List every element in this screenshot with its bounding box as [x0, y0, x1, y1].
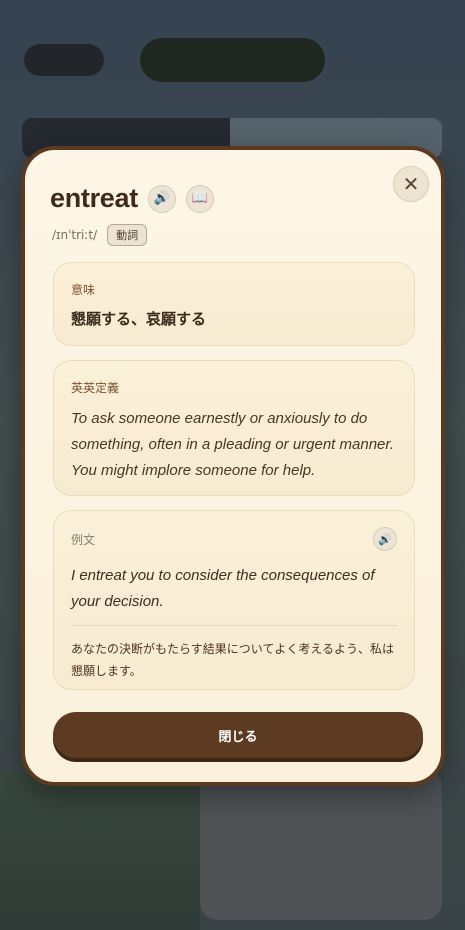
close-button[interactable]: 閉じる	[53, 712, 423, 758]
meaning-card: 意味 懇願する、哀願する	[53, 262, 415, 346]
pronunciation-row: /ɪnˈtriːt/ 動詞	[52, 224, 148, 246]
definition-text: To ask someone earnestly or anxiously to…	[71, 410, 394, 479]
speaker-icon[interactable]: 🔊	[147, 184, 176, 213]
word-header: entreat 🔊 📖	[50, 183, 214, 214]
part-of-speech-badge: 動詞	[107, 224, 148, 246]
word-detail-modal: ✕ entreat 🔊 📖 /ɪnˈtriːt/ 動詞 意味 懇願する、哀願する…	[21, 146, 445, 786]
example-speaker-icon[interactable]: 🔊	[373, 527, 397, 551]
close-icon[interactable]: ✕	[393, 166, 429, 202]
example-english: I entreat you to consider the consequenc…	[71, 567, 375, 610]
meaning-label: 意味	[71, 283, 96, 297]
book-icon[interactable]: 📖	[185, 184, 214, 213]
phonetic-text: /ɪnˈtriːt/	[52, 228, 98, 242]
definition-card: 英英定義 To ask someone earnestly or anxious…	[53, 360, 415, 496]
example-card: 例文 🔊 I entreat you to consider the conse…	[53, 510, 415, 690]
example-japanese: あなたの決断がもたらす結果についてよく考えるよう、私は懇願します。	[71, 642, 395, 678]
example-header: 例文 🔊	[71, 527, 397, 551]
meaning-text: 懇願する、哀願する	[71, 310, 207, 328]
definition-label: 英英定義	[71, 381, 120, 395]
example-divider	[71, 625, 397, 626]
example-label: 例文	[71, 532, 96, 547]
word-title: entreat	[50, 183, 138, 213]
